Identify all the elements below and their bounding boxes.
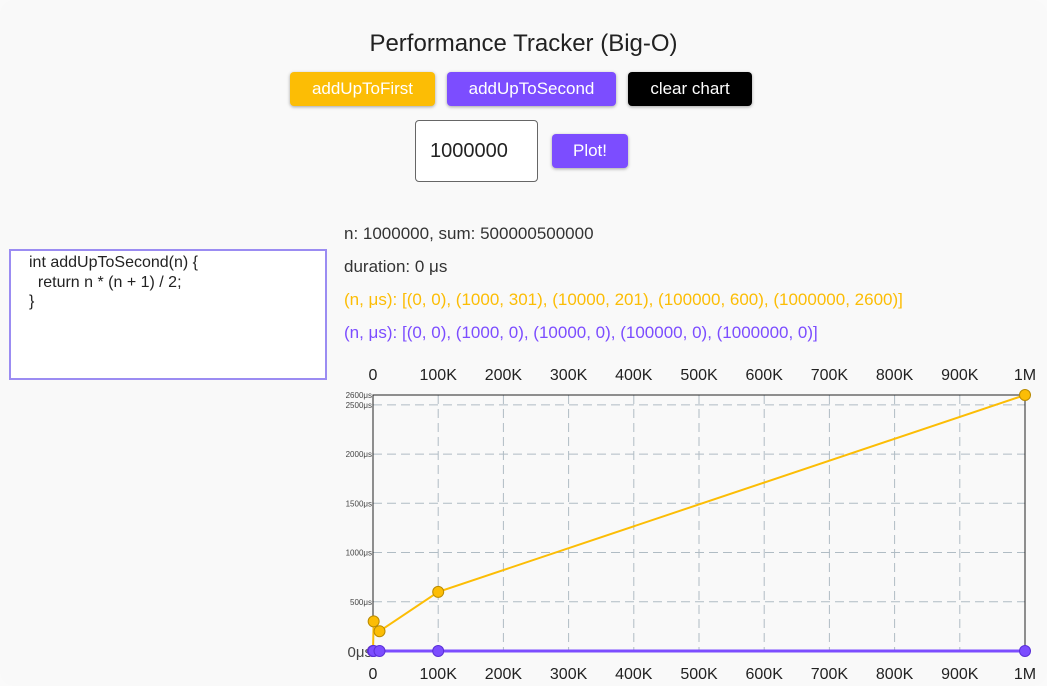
- series-point: [373, 645, 386, 657]
- y-tick-label: 1500μs: [346, 499, 372, 508]
- series-point: [432, 585, 445, 598]
- x-tick-label-top: 800K: [876, 367, 914, 384]
- x-tick-label-bottom: 600K: [746, 666, 784, 683]
- x-tick-label-bottom: 100K: [420, 666, 458, 683]
- x-tick-label-bottom: 500K: [680, 666, 718, 683]
- performance-chart: 0 0 100K 100K 200K 200K 300K 300K 400K 400K 500K 50…: [346, 367, 1037, 683]
- x-tick-label-top: 900K: [941, 367, 979, 384]
- x-tick-label-bottom: 200K: [485, 666, 523, 683]
- y-tick-label: 2000μs: [346, 450, 372, 459]
- series-point: [373, 625, 386, 638]
- x-tick-label-bottom: 0: [369, 666, 378, 683]
- y-tick-label: 1000μs: [346, 549, 372, 558]
- series-point: [1019, 645, 1031, 657]
- x-tick-label-bottom: 900K: [941, 666, 979, 683]
- x-tick-label-top: 500K: [680, 367, 718, 384]
- x-tick-label-top: 300K: [550, 367, 588, 384]
- series-point: [1019, 389, 1031, 401]
- series-point: [367, 615, 380, 628]
- x-tick-label-top: 600K: [746, 367, 784, 384]
- x-tick-label-bottom: 1M: [1014, 666, 1036, 683]
- y-tick-label: 500μs: [350, 598, 372, 607]
- x-tick-label-top: 700K: [811, 367, 849, 384]
- x-tick-label-top: 1M: [1014, 367, 1036, 384]
- x-tick-label-bottom: 800K: [876, 666, 914, 683]
- x-tick-label-top: 400K: [615, 367, 653, 384]
- x-tick-label-bottom: 700K: [811, 666, 849, 683]
- x-tick-label-bottom: 400K: [615, 666, 653, 683]
- x-tick-label-top: 100K: [420, 367, 458, 384]
- x-tick-label-top: 0: [369, 367, 378, 384]
- y-tick-label: 2600μs: [346, 391, 372, 400]
- x-tick-label-bottom: 300K: [550, 666, 588, 683]
- series-point: [432, 645, 445, 657]
- y-tick-label: 2500μs: [346, 401, 372, 410]
- x-tick-label-top: 200K: [485, 367, 523, 384]
